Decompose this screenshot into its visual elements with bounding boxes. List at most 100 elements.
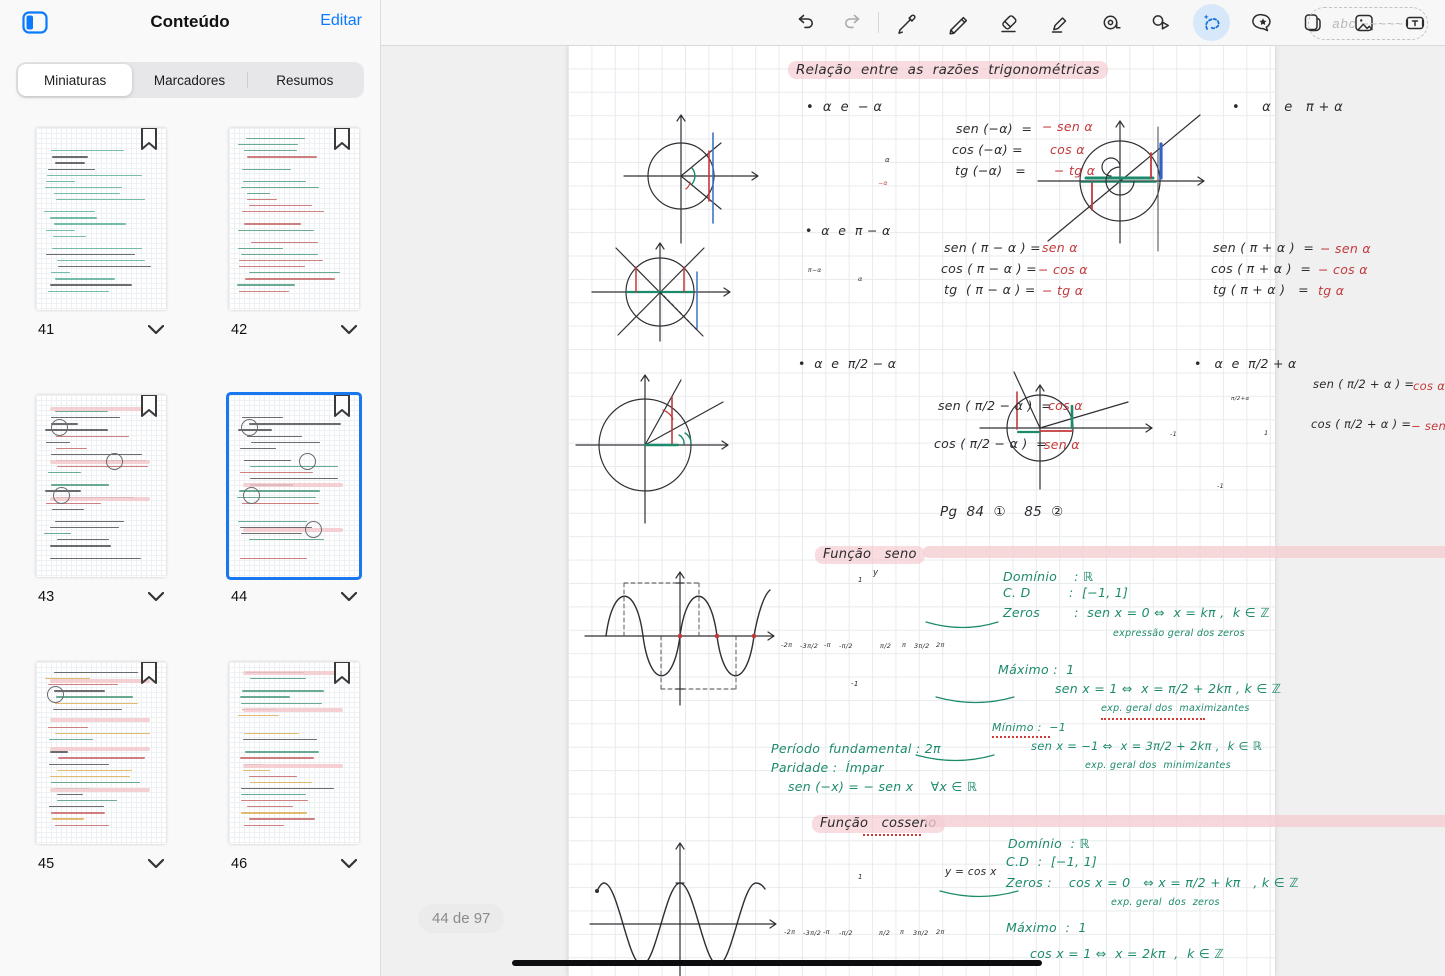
handwriting-text: -3π/2 bbox=[800, 643, 818, 650]
thumbnail-preview[interactable] bbox=[36, 395, 166, 577]
handwriting-text: − tg α bbox=[1042, 284, 1083, 297]
home-indicator-bar[interactable] bbox=[512, 960, 1042, 966]
page-chevron-icon[interactable] bbox=[148, 325, 164, 335]
redo-button[interactable] bbox=[833, 4, 870, 41]
handwriting-text: cos (−α) = bbox=[952, 143, 1023, 156]
handwriting-text: π/2 bbox=[880, 643, 891, 650]
handwriting-text: exp. geral dos maximizantes bbox=[1101, 704, 1250, 714]
thumbnail-page-45[interactable]: 45 bbox=[36, 662, 166, 872]
thumbnail-page-42[interactable]: 42 bbox=[229, 128, 359, 338]
thumbnail-page-43[interactable]: 43 bbox=[36, 395, 166, 605]
handwriting-text: sen (−α) = bbox=[956, 122, 1032, 135]
page-chevron-icon[interactable] bbox=[341, 325, 357, 335]
handwriting-text: cos ( π + α ) = bbox=[1211, 262, 1311, 275]
handwriting-recognition-pill[interactable]: abc ~~~~~ bbox=[1308, 7, 1428, 40]
handwriting-text: tg (−α) = bbox=[955, 164, 1026, 177]
handwriting-text: Pg 84 ① 85 ② bbox=[940, 505, 1064, 519]
handwriting-text: sen α bbox=[1042, 241, 1078, 254]
handwriting-text: y = cos x bbox=[945, 867, 997, 878]
redo-icon bbox=[840, 11, 864, 35]
undo-button[interactable] bbox=[787, 4, 824, 41]
sidebar-header: Conteúdo Editar bbox=[0, 0, 380, 48]
edit-button[interactable]: Editar bbox=[320, 12, 362, 30]
page-chevron-icon[interactable] bbox=[341, 859, 357, 869]
handwriting-text: Zeros : cos x = 0 ⇔ x = π/2 + kπ , k ∈ ℤ bbox=[1006, 876, 1299, 889]
handwriting-text: • α e − α bbox=[806, 101, 882, 115]
handwriting-text: sen (−x) = − sen x ∀x ∈ ℝ bbox=[788, 780, 977, 793]
undo-icon bbox=[794, 11, 818, 35]
handwriting-text: cos ( π/2 + α ) = bbox=[1311, 418, 1411, 430]
handwriting-text: • α e π + α bbox=[1232, 101, 1343, 115]
tab-resumos[interactable]: Resumos bbox=[248, 64, 362, 96]
handwriting-text: -π/2 bbox=[839, 930, 853, 937]
handwriting-text: − sen α bbox=[1411, 420, 1445, 432]
handwriting-text: • α e π/2 + α bbox=[1194, 357, 1297, 370]
handwriting-text: Função seno bbox=[815, 546, 925, 564]
handwriting-text: 1 bbox=[858, 577, 863, 584]
sidebar-tabs: Miniaturas Marcadores Resumos bbox=[16, 62, 364, 98]
sticker-stamp-button[interactable] bbox=[1244, 4, 1281, 41]
highlighter-icon bbox=[1048, 11, 1072, 35]
handwriting-text: cos α bbox=[1048, 399, 1083, 412]
handwriting-text: -1 bbox=[851, 681, 859, 688]
handwriting-text: sen x = 1 ⇔ x = π/2 + 2kπ , k ∈ ℤ bbox=[1055, 682, 1281, 695]
handwriting-text: tg α bbox=[1318, 284, 1344, 297]
handwriting-text: C. D : [−1, 1] bbox=[1003, 586, 1128, 599]
handwriting-text: expressão geral dos zeros bbox=[1113, 629, 1245, 639]
toolbar: abc ~~~~~ bbox=[380, 0, 1445, 46]
tab-marcadores[interactable]: Marcadores bbox=[132, 64, 246, 96]
highlighter-tool-button[interactable] bbox=[1041, 4, 1078, 41]
handwriting-text: exp. geral dos minimizantes bbox=[1085, 761, 1231, 771]
handwriting-text: -π bbox=[824, 642, 831, 649]
handwriting-text: -π/2 bbox=[839, 643, 853, 650]
thumbnail-preview[interactable] bbox=[36, 662, 166, 844]
handwriting-text: cos x = 1 ⇔ x = 2kπ , k ∈ ℤ bbox=[1030, 947, 1224, 960]
ai-handwriting-tool-button[interactable] bbox=[1193, 4, 1230, 41]
thumbnail-page-46[interactable]: 46 bbox=[229, 662, 359, 872]
page-number-label: 44 bbox=[231, 589, 247, 605]
handwriting-text: cos ( π/2 − α ) = bbox=[934, 437, 1047, 450]
toolbar-divider bbox=[878, 12, 879, 33]
handwriting-text: Relação entre as razões trigonométricas bbox=[788, 61, 1108, 79]
handwriting-text: π−α bbox=[808, 268, 822, 274]
handwriting-text: sen ( π − α ) = bbox=[944, 241, 1041, 254]
handwriting-text: − sen α bbox=[1320, 242, 1371, 255]
thumbnail-preview[interactable] bbox=[229, 395, 359, 577]
handwriting-text: π/2+α bbox=[1231, 397, 1249, 403]
stamp-icon bbox=[1251, 11, 1275, 35]
handwriting-text: 3π/2 bbox=[914, 643, 930, 650]
thumbnail-preview[interactable] bbox=[229, 128, 359, 310]
handwriting-text: − cos α bbox=[1318, 263, 1368, 276]
thumbnail-page-41[interactable]: 41 bbox=[36, 128, 166, 338]
page-number-label: 46 bbox=[231, 856, 247, 872]
page-chevron-icon[interactable] bbox=[148, 859, 164, 869]
eraser-tool-button[interactable] bbox=[990, 4, 1027, 41]
handwriting-text: 2π bbox=[936, 929, 945, 936]
pencil-tool-button[interactable] bbox=[939, 4, 976, 41]
handwriting-text: 2π bbox=[936, 642, 945, 649]
handwriting-text: Mínimo : −1 bbox=[992, 722, 1066, 734]
thumbnail-preview[interactable] bbox=[36, 128, 166, 310]
ai-lasso-icon bbox=[1199, 10, 1225, 36]
pen-tool-button[interactable] bbox=[888, 4, 925, 41]
handwriting-text: π/2 bbox=[879, 930, 890, 937]
page-number-label: 45 bbox=[38, 856, 54, 872]
thumbnail-page-44[interactable]: 44 bbox=[229, 395, 359, 605]
handwriting-text: y bbox=[873, 569, 878, 578]
handwriting-text: Máximo : 1 bbox=[998, 663, 1075, 676]
tab-miniaturas[interactable]: Miniaturas bbox=[18, 64, 132, 96]
handwriting-text: • α e π/2 − α bbox=[798, 357, 896, 370]
handwriting-text: Paridade : Ímpar bbox=[771, 761, 884, 774]
thumbnail-grid: 41 42 43 44 45 46 bbox=[36, 128, 360, 872]
tape-tool-button[interactable] bbox=[1092, 4, 1129, 41]
page-chevron-icon[interactable] bbox=[148, 592, 164, 602]
canvas-area[interactable]: Relação entre as razões trigonométricas •… bbox=[380, 45, 1445, 976]
handwriting-text: -2π bbox=[781, 642, 792, 649]
page-number-label: 43 bbox=[38, 589, 54, 605]
notebook-page[interactable]: Relação entre as razões trigonométricas •… bbox=[568, 45, 1275, 976]
page-indicator: 44 de 97 bbox=[418, 904, 504, 933]
pencil-icon bbox=[946, 11, 970, 35]
thumbnail-preview[interactable] bbox=[229, 662, 359, 844]
shapes-tool-button[interactable] bbox=[1142, 4, 1179, 41]
page-chevron-icon[interactable] bbox=[341, 592, 357, 602]
